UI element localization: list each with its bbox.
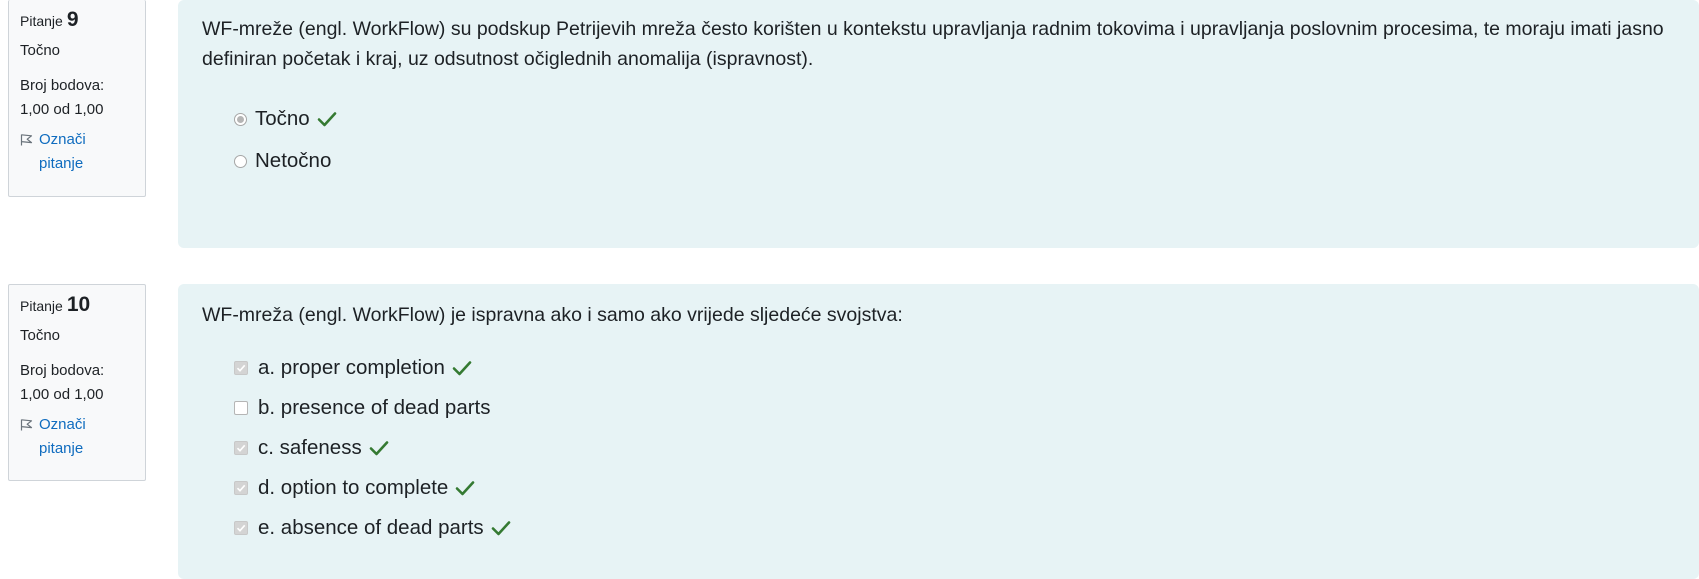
- question-content-10: WF-mreža (engl. WorkFlow) je ispravna ak…: [178, 284, 1699, 579]
- answer-label: a. proper completion: [258, 356, 445, 379]
- question-text: WF-mreža (engl. WorkFlow) je ispravna ak…: [202, 304, 903, 326]
- question-label: Pitanje: [20, 298, 63, 314]
- answer-label: Netočno: [255, 149, 332, 172]
- answer-option[interactable]: b. presence of dead parts: [202, 388, 1675, 428]
- answer-option[interactable]: Točno: [202, 98, 1675, 140]
- question-number-value: 10: [66, 293, 91, 316]
- check-icon: [317, 111, 337, 127]
- answer-label: b. presence of dead parts: [258, 396, 491, 419]
- question-number: Pitanje 10: [20, 293, 134, 321]
- answer-option[interactable]: a. proper completion: [202, 348, 1675, 388]
- grade-label: Broj bodova:: [20, 77, 105, 94]
- answer-label: Točno: [255, 107, 310, 130]
- answer-option[interactable]: e. absence of dead parts: [202, 508, 1675, 548]
- answer-label: c. safeness: [258, 436, 362, 459]
- answer-label: d. option to complete: [258, 476, 449, 499]
- checkbox[interactable]: [234, 441, 248, 455]
- answer-list: a. proper completion b. presence of dead…: [202, 348, 1675, 548]
- grade-value: 1,00 od 1,00: [20, 101, 104, 118]
- question-grade: Broj bodova: 1,00 od 1,00: [20, 359, 134, 407]
- answer-list: Točno Netočno: [202, 98, 1675, 182]
- question-grade: Broj bodova: 1,00 od 1,00: [20, 74, 134, 122]
- checkbox[interactable]: [234, 401, 248, 415]
- question-text: WF-mreže (engl. WorkFlow) su podskup Pet…: [202, 18, 1664, 70]
- radio-button[interactable]: [234, 112, 247, 126]
- grade-value: 1,00 od 1,00: [20, 386, 104, 403]
- question-number-value: 9: [66, 8, 79, 31]
- check-icon: [369, 440, 389, 456]
- radio-button[interactable]: [234, 154, 247, 168]
- answer-option[interactable]: Netočno: [202, 140, 1675, 182]
- flag-label: Označi pitanje: [39, 131, 86, 172]
- flag-icon: [20, 419, 33, 431]
- grade-label: Broj bodova:: [20, 362, 105, 379]
- question-label: Pitanje: [20, 13, 63, 29]
- answer-label: e. absence of dead parts: [258, 516, 484, 539]
- checkbox[interactable]: [234, 481, 248, 495]
- check-icon: [491, 520, 511, 536]
- flag-question-link[interactable]: Označi pitanje: [20, 413, 134, 461]
- question-state: Točno: [20, 42, 61, 59]
- flag-label: Označi pitanje: [39, 416, 86, 457]
- question-state: Točno: [20, 327, 61, 344]
- flag-question-link[interactable]: Označi pitanje: [20, 128, 134, 176]
- answer-option[interactable]: c. safeness: [202, 428, 1675, 468]
- question-info-9: Pitanje 9 Točno Broj bodova: 1,00 od 1,0…: [8, 0, 146, 197]
- question-number: Pitanje 9: [20, 8, 134, 36]
- checkbox[interactable]: [234, 361, 248, 375]
- checkbox[interactable]: [234, 521, 248, 535]
- check-icon: [452, 360, 472, 376]
- question-content-9: WF-mreže (engl. WorkFlow) su podskup Pet…: [178, 0, 1699, 248]
- check-icon: [455, 480, 475, 496]
- answer-option[interactable]: d. option to complete: [202, 468, 1675, 508]
- question-info-10: Pitanje 10 Točno Broj bodova: 1,00 od 1,…: [8, 284, 146, 481]
- flag-icon: [20, 134, 33, 146]
